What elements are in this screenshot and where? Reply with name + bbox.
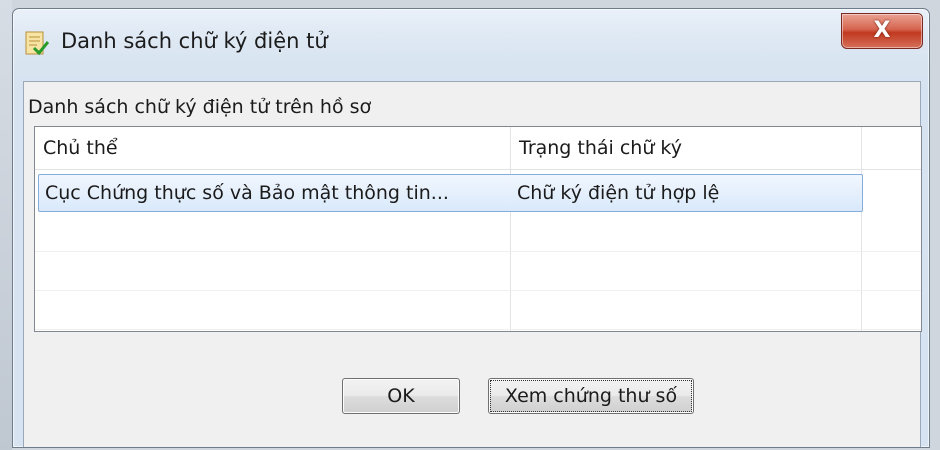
signature-list-dialog: Danh sách chữ ký điện tử X Danh sách chữ… (12, 8, 930, 448)
signature-list-label: Danh sách chữ ký điện tử trên hồ sơ (28, 96, 372, 118)
ok-button[interactable]: OK (342, 378, 460, 414)
table-row-empty (35, 291, 921, 330)
cell-status: Chữ ký điện tử hợp lệ (517, 182, 720, 204)
column-header-subject[interactable]: Chủ thể (35, 127, 511, 169)
document-check-icon (25, 31, 49, 56)
column-header-status[interactable]: Trạng thái chữ ký (511, 127, 861, 169)
close-button[interactable]: X (841, 13, 923, 49)
title-bar[interactable]: Danh sách chữ ký điện tử X (13, 9, 929, 81)
dialog-content: Danh sách chữ ký điện tử trên hồ sơ Chủ … (23, 81, 922, 447)
table-row-empty (35, 213, 921, 252)
table-row-selected[interactable]: Cục Chứng thực số và Bảo mật thông tin..… (38, 174, 863, 212)
close-icon: X (873, 18, 891, 43)
view-certificate-button[interactable]: Xem chứng thư số (488, 378, 694, 414)
background-window (0, 0, 12, 450)
table-header: Chủ thể Trạng thái chữ ký (35, 127, 921, 170)
cell-subject: Cục Chứng thực số và Bảo mật thông tin..… (45, 182, 449, 204)
dialog-title: Danh sách chữ ký điện tử (61, 29, 328, 53)
table-row-empty (35, 252, 921, 291)
signature-table[interactable]: Chủ thể Trạng thái chữ ký Cục Chứng thực… (34, 126, 922, 332)
